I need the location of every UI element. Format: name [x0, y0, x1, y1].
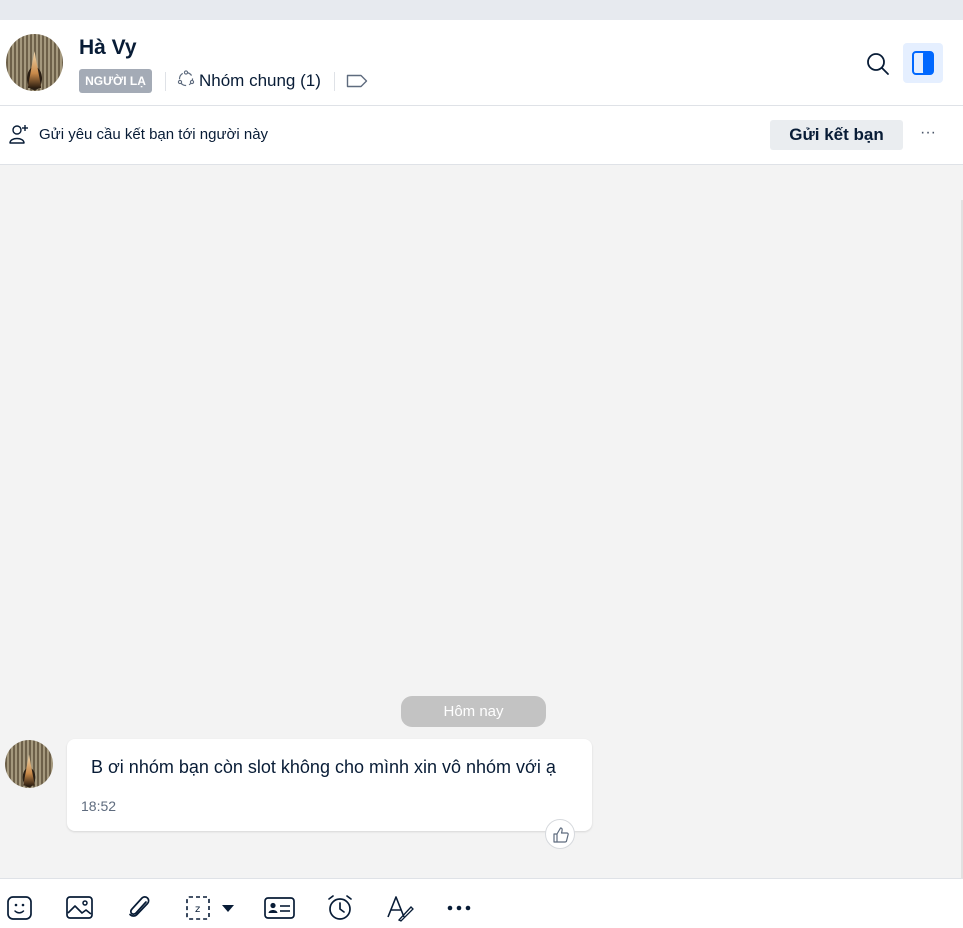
chat-area[interactable]: Hôm nay B ơi nhóm bạn còn slot không cho… — [0, 165, 963, 878]
chevron-down-icon[interactable] — [218, 893, 238, 923]
more-icon[interactable] — [445, 893, 475, 923]
contact-avatar[interactable] — [6, 34, 63, 91]
screenshot-icon[interactable]: z — [184, 893, 214, 923]
panel-toggle-icon — [912, 51, 934, 75]
react-like-button[interactable] — [545, 819, 575, 849]
thumbs-up-icon — [553, 827, 569, 843]
image-icon[interactable] — [65, 893, 95, 923]
conversation-header: Hà Vy NGƯỜI LẠ Nhóm chung (1) — [0, 20, 963, 106]
window-top-strip — [0, 0, 963, 20]
tag-icon[interactable] — [346, 73, 368, 89]
friend-request-bar: Gửi yêu cầu kết bạn tới người này Gửi kế… — [0, 106, 963, 165]
attachment-icon[interactable] — [125, 893, 155, 923]
stranger-badge: NGƯỜI LẠ — [79, 69, 152, 93]
reminder-icon[interactable] — [325, 893, 355, 923]
composer-toolbar: z — [0, 878, 963, 928]
add-user-icon — [9, 125, 28, 144]
send-friend-request-button[interactable]: Gửi kết bạn — [770, 120, 903, 150]
message-time: 18:52 — [81, 798, 117, 814]
contact-name[interactable]: Hà Vy — [79, 36, 137, 60]
date-separator: Hôm nay — [401, 696, 546, 727]
header-divider — [334, 72, 335, 91]
group-icon[interactable] — [177, 70, 195, 88]
sender-avatar[interactable] — [5, 740, 53, 788]
search-icon[interactable] — [862, 48, 894, 80]
header-divider — [165, 72, 166, 91]
text-format-icon[interactable] — [385, 893, 415, 923]
more-options-button[interactable]: ··· — [915, 120, 941, 150]
common-groups-link[interactable]: Nhóm chung (1) — [199, 71, 321, 91]
conversation-info-button[interactable] — [903, 43, 943, 83]
message-text: B ơi nhóm bạn còn slot không cho mình xi… — [91, 757, 556, 777]
contact-card-icon[interactable] — [263, 893, 296, 923]
message-bubble[interactable]: B ơi nhóm bạn còn slot không cho mình xi… — [67, 739, 592, 831]
svg-text:z: z — [195, 904, 200, 915]
friend-request-prompt: Gửi yêu cầu kết bạn tới người này — [39, 126, 269, 143]
sticker-icon[interactable] — [5, 893, 35, 923]
